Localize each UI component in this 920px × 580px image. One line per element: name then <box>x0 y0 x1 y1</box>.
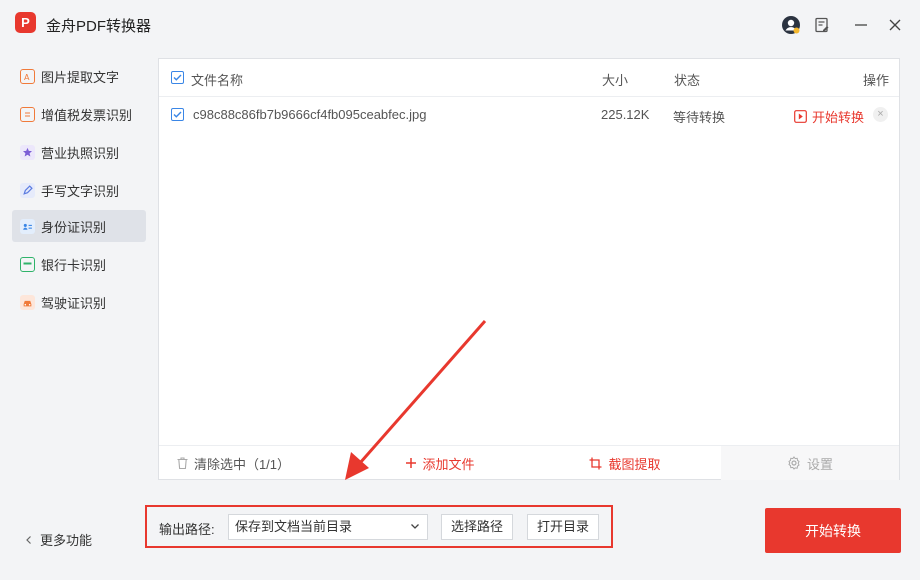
image-text-icon: A <box>20 68 35 84</box>
check-icon <box>173 111 182 118</box>
invoice-icon <box>20 106 35 122</box>
chevron-left-icon <box>26 535 31 544</box>
settings-button[interactable]: 设置 <box>721 446 899 480</box>
sidebar-item-label: 营业执照识别 <box>41 145 120 161</box>
sidebar-item-label: 增值税发票识别 <box>41 107 133 123</box>
table-header: 文件名称 大小 状态 操作 <box>159 59 899 97</box>
select-all-checkbox[interactable] <box>171 71 184 84</box>
gear-icon <box>788 456 800 470</box>
header-action: 操作 <box>863 73 890 88</box>
remove-file-icon[interactable]: × <box>873 107 888 122</box>
clear-selected-button[interactable]: 清除选中（1/1） <box>159 446 307 480</box>
table-row: c98c88c86fb7b9666cf4fb095ceabfec.jpg 225… <box>159 97 899 133</box>
screenshot-extract-label: 截图提取 <box>608 456 661 472</box>
clear-selected-label: 清除选中（1/1） <box>193 456 291 472</box>
output-path-select[interactable]: 保存到文档当前目录 <box>228 514 428 540</box>
screenshot-extract-button[interactable]: 截图提取 <box>549 446 701 480</box>
header-name: 文件名称 <box>191 73 244 88</box>
crop-icon <box>589 457 602 469</box>
sidebar-item-driver-license[interactable]: 驾驶证识别 <box>12 286 146 318</box>
file-name: c98c88c86fb7b9666cf4fb095ceabfec.jpg <box>193 107 427 122</box>
sidebar-item-license[interactable]: 营业执照识别 <box>12 136 146 168</box>
choose-path-button[interactable]: 选择路径 <box>441 514 513 540</box>
title-bar: P 金舟PDF转换器 <box>0 0 920 50</box>
header-status: 状态 <box>674 73 701 88</box>
plus-icon <box>406 458 417 468</box>
start-convert-button[interactable]: 开始转换 <box>765 508 901 553</box>
file-list-panel: 文件名称 大小 状态 操作 c98c88c86fb7b9666cf4fb095c… <box>158 58 900 480</box>
sidebar-item-label: 图片提取文字 <box>41 69 120 85</box>
chevron-down-icon <box>411 524 419 529</box>
panel-toolbar: 清除选中（1/1） 添加文件 截图提取 设置 <box>159 445 899 480</box>
add-file-button[interactable]: 添加文件 <box>359 446 521 480</box>
svg-text:A: A <box>24 73 30 81</box>
header-size: 大小 <box>602 73 629 88</box>
output-path-value: 保存到文档当前目录 <box>235 519 353 534</box>
pen-icon <box>20 182 35 198</box>
trash-icon <box>177 457 188 470</box>
sidebar-item-bank-card[interactable]: 银行卡识别 <box>12 248 146 280</box>
close-icon[interactable] <box>884 14 906 36</box>
sidebar-item-label: 手写文字识别 <box>41 183 120 199</box>
row-start-label: 开始转换 <box>812 110 865 125</box>
car-icon <box>20 294 35 310</box>
sidebar-item-label: 银行卡识别 <box>41 257 107 273</box>
more-features-link[interactable]: 更多功能 <box>24 530 92 549</box>
license-star-icon <box>20 144 35 160</box>
sidebar-item-label: 身份证识别 <box>41 219 107 235</box>
minimize-icon[interactable] <box>850 14 872 36</box>
output-path-label: 输出路径: <box>159 522 215 537</box>
sidebar-item-handwriting[interactable]: 手写文字识别 <box>12 174 146 206</box>
more-features-label: 更多功能 <box>40 533 93 548</box>
app-title: 金舟PDF转换器 <box>46 18 152 35</box>
sidebar-item-label: 驾驶证识别 <box>41 295 107 311</box>
file-status: 等待转换 <box>673 110 726 125</box>
play-icon <box>794 110 807 123</box>
check-icon <box>173 74 182 81</box>
row-checkbox[interactable] <box>171 108 184 121</box>
sidebar-item-invoice[interactable]: 增值税发票识别 <box>12 98 146 130</box>
app-logo-icon: P <box>15 12 36 33</box>
sidebar-item-id-card[interactable]: 身份证识别 <box>12 210 146 242</box>
feedback-icon[interactable] <box>811 14 833 36</box>
row-start-button[interactable]: 开始转换 <box>794 107 864 126</box>
bank-card-icon <box>20 256 35 272</box>
open-folder-button[interactable]: 打开目录 <box>527 514 599 540</box>
user-avatar-icon[interactable] <box>780 14 802 36</box>
file-size: 225.12K <box>601 107 650 122</box>
output-path-section: 输出路径: 保存到文档当前目录 选择路径 打开目录 <box>145 505 613 548</box>
settings-label: 设置 <box>806 456 833 472</box>
sidebar-item-image-text[interactable]: A 图片提取文字 <box>12 60 146 92</box>
id-card-icon <box>20 218 35 234</box>
add-file-label: 添加文件 <box>422 456 475 472</box>
